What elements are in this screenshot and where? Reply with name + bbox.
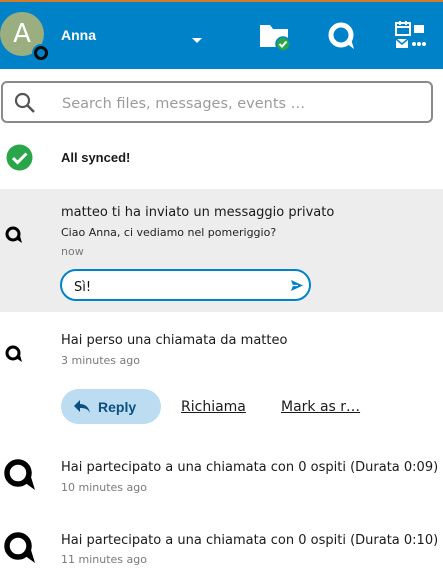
folder-synced-icon[interactable] bbox=[258, 21, 292, 56]
activity-time: 3 minutes ago bbox=[61, 354, 140, 367]
activity-title: Hai perso una chiamata da matteo bbox=[61, 333, 288, 348]
search-input[interactable] bbox=[60, 92, 424, 116]
calendar-mail-apps-icon[interactable] bbox=[394, 20, 426, 55]
talk-icon bbox=[5, 345, 23, 368]
call-back-button[interactable]: Richiama bbox=[181, 399, 246, 415]
activity-title: matteo ti ha inviato un messaggio privat… bbox=[61, 205, 335, 220]
activity-title: Hai partecipato a una chiamata con 0 osp… bbox=[61, 533, 439, 548]
send-icon[interactable] bbox=[290, 279, 304, 297]
search-icon bbox=[14, 92, 36, 119]
user-name[interactable]: Anna bbox=[61, 27, 96, 43]
header-bar: A Anna bbox=[0, 0, 443, 69]
talk-icon bbox=[3, 531, 37, 570]
mark-as-read-button[interactable]: Mark as r… bbox=[281, 399, 360, 415]
talk-icon bbox=[3, 458, 37, 497]
header-top-accent bbox=[0, 0, 443, 2]
reply-input[interactable] bbox=[72, 277, 276, 297]
activity-message: Ciao Anna, ci vediamo nel pomeriggio? bbox=[61, 226, 277, 239]
reply-arrow-icon bbox=[73, 399, 91, 417]
avatar-initial: A bbox=[13, 19, 31, 49]
activity-time: 10 minutes ago bbox=[61, 481, 147, 494]
avatar-status-icon bbox=[32, 44, 50, 62]
activity-title: Hai partecipato a una chiamata con 0 osp… bbox=[61, 460, 439, 475]
sync-status-text: All synced! bbox=[61, 150, 131, 165]
activity-time: 11 minutes ago bbox=[61, 553, 147, 566]
reply-button[interactable]: Reply bbox=[61, 389, 161, 424]
search-box[interactable] bbox=[1, 81, 433, 123]
reply-box[interactable] bbox=[60, 269, 311, 301]
reply-button-label: Reply bbox=[98, 399, 137, 415]
talk-icon bbox=[5, 226, 23, 249]
activity-time: now bbox=[61, 245, 84, 258]
caret-down-icon[interactable] bbox=[191, 32, 203, 50]
talk-icon[interactable] bbox=[327, 21, 357, 56]
check-circle-icon bbox=[6, 144, 33, 176]
